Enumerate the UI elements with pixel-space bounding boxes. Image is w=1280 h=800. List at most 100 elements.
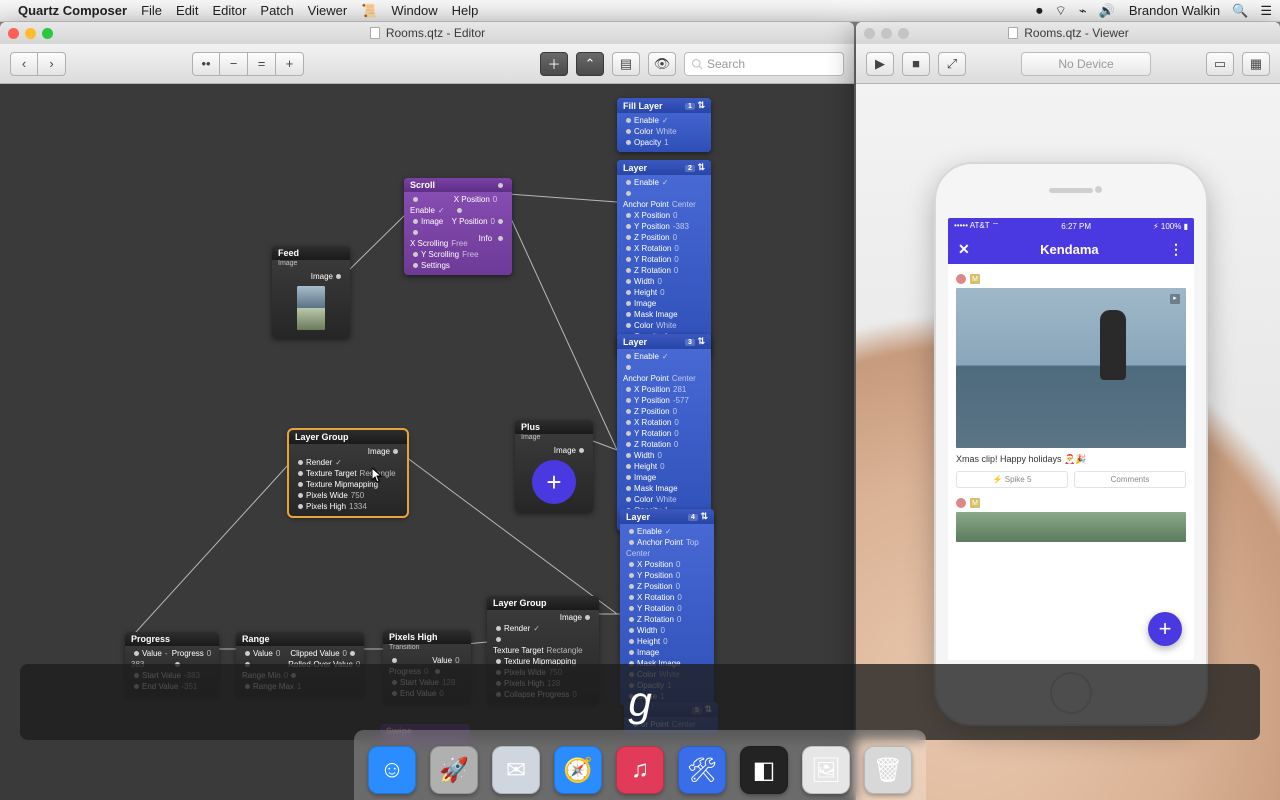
port-row[interactable]: ImageY Position0 [408,216,508,227]
output-port[interactable] [579,448,584,453]
port-row[interactable]: Width0 [621,276,707,287]
port-row[interactable]: Width0 [621,450,707,461]
port-row[interactable]: Render✓ [293,457,403,468]
input-port[interactable] [626,398,631,403]
fullscreen-button[interactable]: ⤢ [938,52,966,76]
port-row[interactable]: Image [621,472,707,483]
output-port[interactable] [350,651,355,656]
input-port[interactable] [626,464,631,469]
dock-qc[interactable]: ◧ [740,746,788,794]
input-port[interactable] [629,595,634,600]
input-port[interactable] [626,118,631,123]
port-row[interactable]: Mask Image [621,309,707,320]
app-name[interactable]: Quartz Composer [18,3,127,18]
port-row[interactable]: X ScrollingFreeInfo [408,227,508,249]
menu-viewer[interactable]: Viewer [308,3,348,18]
input-port[interactable] [298,460,303,465]
parameters-button[interactable]: ▤ [612,52,640,76]
input-port[interactable] [626,453,631,458]
wifi-icon[interactable]: ⌔ [1055,3,1067,19]
port-row[interactable]: Width0 [624,625,710,636]
input-port[interactable] [626,213,631,218]
port-row[interactable]: Enable✓ [621,115,707,126]
port-row[interactable]: Height0 [621,287,707,298]
menu-file[interactable]: File [141,3,162,18]
input-port[interactable] [496,626,501,631]
phone-screen[interactable]: ••••• AT&T ⌔ 6:27 PM ⚡︎ 100% ▮ ✕ Kendama… [948,218,1194,660]
editor-titlebar[interactable]: Rooms.qtz - Editor [0,22,854,44]
zoom-actual-button[interactable]: = [248,52,276,76]
patch-menu-icon[interactable] [498,183,503,188]
port-row[interactable]: Y Rotation0 [624,603,710,614]
input-port[interactable] [626,224,631,229]
port-row[interactable]: Value0Clipped Value0 [240,648,360,659]
input-port[interactable] [626,268,631,273]
input-port[interactable] [626,246,631,251]
post-image[interactable] [956,512,1186,542]
input-port[interactable] [626,409,631,414]
output-port[interactable] [336,274,341,279]
port-row[interactable]: Z Rotation0 [621,265,707,276]
output-port[interactable] [498,219,503,224]
patch-layer-group-selected[interactable]: Layer Group ImageRender✓Texture TargetRe… [289,430,407,516]
port-row[interactable]: Image [621,298,707,309]
device-selector[interactable]: No Device [1021,52,1150,76]
dock-launchpad[interactable]: 🚀 [430,746,478,794]
input-port[interactable] [626,497,631,502]
nav-back-button[interactable]: ‹ [10,52,38,76]
output-port[interactable] [585,615,590,620]
viewer-button[interactable]: 👁 [648,52,676,76]
port-row[interactable]: ColorWhite [621,320,707,331]
port-row[interactable]: X Position0 [624,559,710,570]
close-icon[interactable]: ✕ [958,241,970,258]
port-row[interactable]: Y Rotation0 [621,254,707,265]
parent-button[interactable]: ⌃ [576,52,604,76]
input-port[interactable] [629,529,634,534]
input-port[interactable] [626,180,631,185]
input-port[interactable] [134,651,139,656]
post-image[interactable]: ▸ [956,288,1186,448]
input-port[interactable] [245,651,250,656]
port-row[interactable]: Image [293,446,403,457]
user-menu[interactable]: Brandon Walkin [1129,3,1220,18]
input-port[interactable] [629,562,634,567]
dock-mail[interactable]: ✉ [492,746,540,794]
close-button[interactable] [864,28,875,39]
input-port[interactable] [626,290,631,295]
port-row[interactable]: Settings [408,260,508,271]
input-port[interactable] [298,482,303,487]
port-row[interactable]: Anchor PointTop Center [624,537,710,559]
port-row[interactable]: Enable✓ [624,526,710,537]
port-row[interactable]: Y Position-383 [621,221,707,232]
comments-button[interactable]: Comments [1074,471,1186,488]
screen-record-icon[interactable]: ⏺ [1036,3,1043,19]
dock-itunes[interactable]: ♫ [616,746,664,794]
input-port[interactable] [496,637,501,642]
input-port[interactable] [413,219,418,224]
port-row[interactable]: Anchor PointCenter [621,188,707,210]
port-row[interactable]: Image [491,612,595,623]
bluetooth-icon[interactable]: ⌁ [1079,3,1087,19]
zoom-fit-button[interactable]: •• [192,52,220,76]
input-port[interactable] [629,573,634,578]
port-row[interactable]: Enable✓X Position0 [408,194,508,216]
port-row[interactable]: Texture Mipmapping [293,479,403,490]
menu-help[interactable]: Help [452,3,479,18]
input-port[interactable] [626,442,631,447]
dock-finder[interactable]: ☺ [368,746,416,794]
notification-center-icon[interactable]: ☰ [1260,3,1272,19]
avatar[interactable] [956,274,966,284]
viewer-titlebar[interactable]: Rooms.qtz - Viewer [856,22,1280,44]
port-row[interactable]: Pixels High1334 [293,501,403,512]
menu-patch[interactable]: Patch [260,3,293,18]
zoom-button[interactable] [42,28,53,39]
output-port[interactable] [393,449,398,454]
menu-script-icon[interactable]: 📜 [361,3,377,19]
input-port[interactable] [413,197,418,202]
port-row[interactable]: Enable✓ [621,177,707,188]
port-row[interactable]: Mask Image [621,483,707,494]
port-row[interactable]: ColorWhite [621,494,707,505]
menu-window[interactable]: Window [391,3,437,18]
port-row[interactable]: Z Position0 [624,581,710,592]
grid-button[interactable]: ▦ [1242,52,1270,76]
